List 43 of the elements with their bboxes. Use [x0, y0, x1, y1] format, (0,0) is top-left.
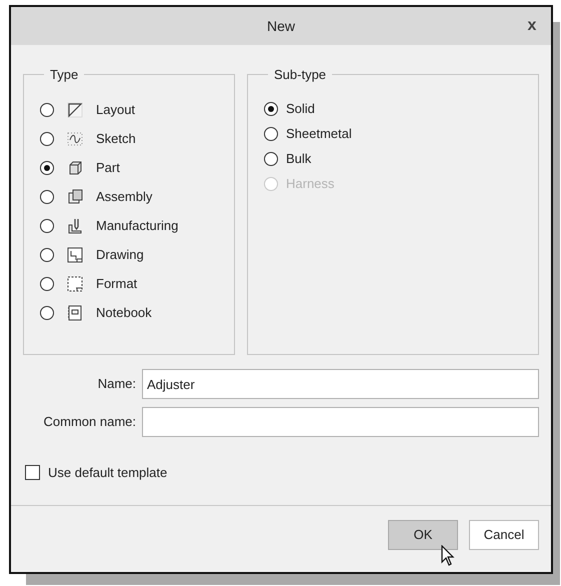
option-label: Notebook — [96, 304, 152, 322]
dialog-button[interactable]: OK — [388, 520, 458, 550]
radio-button[interactable] — [264, 102, 278, 116]
option-label: Assembly — [96, 188, 152, 206]
radio-button[interactable] — [40, 132, 54, 146]
option-label: Harness — [286, 174, 334, 193]
option-label: Format — [96, 275, 138, 294]
option-label: Bulk — [286, 150, 312, 168]
option-label: Layout — [96, 101, 136, 120]
dialog-button[interactable]: Cancel — [469, 520, 539, 550]
radio-button[interactable] — [264, 126, 278, 140]
close-button[interactable]: x — [521, 15, 543, 37]
field-label: Common name: — [42, 413, 136, 432]
radio-button[interactable] — [40, 219, 54, 233]
checkbox-label: Use default template — [48, 464, 168, 482]
option-label: Sketch — [96, 130, 136, 148]
option-label: Solid — [286, 100, 315, 118]
option-label: Sheetmetal — [286, 124, 352, 143]
radio-button[interactable] — [40, 277, 54, 291]
triangle-grid-icon — [66, 101, 84, 119]
radio-button[interactable] — [40, 190, 54, 204]
radio-button[interactable] — [264, 152, 278, 166]
field-label: Name: — [96, 375, 136, 394]
dashed-sheet-icon — [66, 275, 84, 293]
drawing-sheet-icon — [66, 246, 84, 264]
radio-button[interactable] — [40, 306, 54, 320]
option-label: Drawing — [96, 246, 144, 264]
group-title: Sub-type — [273, 66, 328, 84]
option-label: Manufacturing — [96, 217, 178, 236]
cubes-icon — [66, 188, 84, 206]
text-field[interactable]: Adjuster — [142, 369, 539, 399]
radio-button[interactable] — [40, 161, 54, 175]
notebook-icon — [66, 304, 84, 322]
radio-button[interactable] — [40, 248, 54, 262]
checkbox[interactable] — [25, 465, 40, 480]
option-label: Part — [96, 159, 120, 178]
text-field[interactable] — [142, 407, 539, 437]
mouse-pointer-icon — [441, 545, 455, 567]
curve-icon — [66, 130, 84, 148]
group-title: Type — [49, 66, 80, 84]
mill-icon — [66, 217, 84, 235]
radio-button[interactable] — [40, 103, 54, 117]
window-title: New — [266, 16, 295, 36]
